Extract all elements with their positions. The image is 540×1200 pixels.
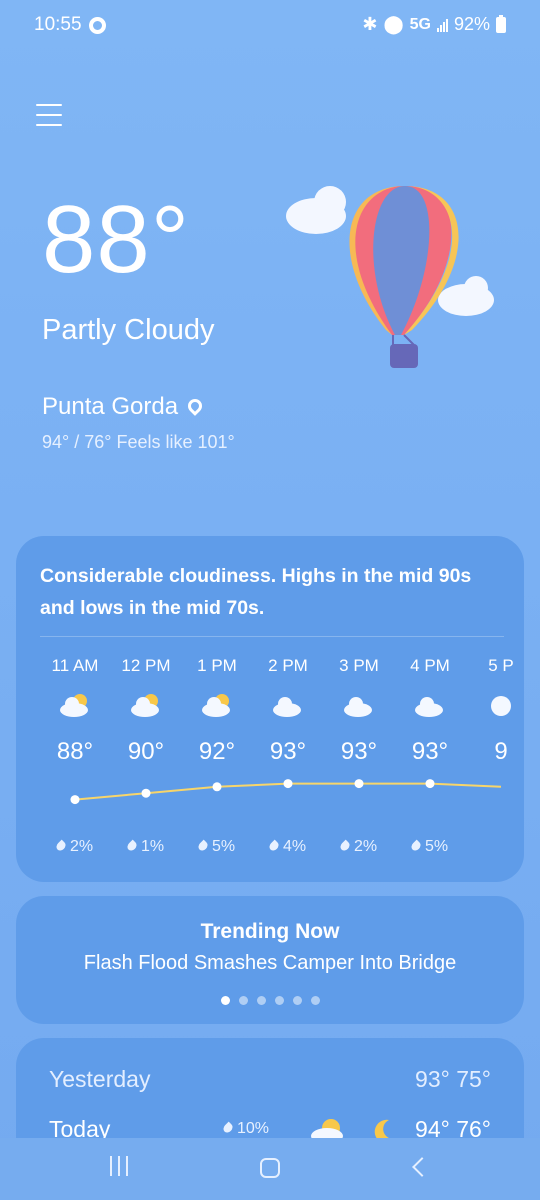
partly-sunny-icon	[202, 694, 230, 717]
moon-icon	[491, 696, 511, 716]
record-icon	[89, 17, 106, 34]
carousel-dot[interactable]	[238, 996, 248, 1005]
hour-precip: 2%	[35, 838, 115, 856]
carousel-dot[interactable]	[292, 996, 302, 1005]
menu-icon[interactable]	[36, 104, 62, 128]
droplet-icon	[338, 839, 352, 853]
current-condition: Partly Cloudy	[42, 314, 215, 346]
droplet-icon	[125, 839, 139, 853]
forecast-card[interactable]: Considerable cloudiness. Highs in the mi…	[16, 536, 524, 882]
hour-precip-value: 2%	[353, 838, 378, 855]
hour-time: 1 PM	[197, 656, 237, 675]
temperature-point	[354, 779, 364, 789]
divider	[40, 636, 504, 637]
hour-precip: 4%	[248, 838, 328, 856]
network-label: 5G	[409, 15, 431, 33]
location-label: Punta Gorda	[42, 393, 179, 420]
hour-column[interactable]: 11 AM 88° 2%	[35, 656, 115, 855]
hour-precip: 1%	[106, 838, 186, 856]
droplet-icon	[196, 839, 210, 853]
partly-sunny-icon	[131, 694, 159, 717]
hour-temp: 90°	[127, 738, 165, 765]
yesterday-range: 93° 75°	[415, 1066, 491, 1092]
temperature-point	[70, 795, 80, 805]
today-precip: 10%	[221, 1120, 270, 1138]
hour-time: 11 AM	[51, 656, 99, 675]
status-bar: 10:55 ✱ ⬤ 5G 92%	[0, 0, 540, 54]
hour-precip-value: 1%	[140, 838, 165, 855]
carousel-dot[interactable]	[310, 996, 320, 1005]
hour-precip-value: 2%	[69, 838, 94, 855]
today-precip-value: 10%	[237, 1120, 270, 1137]
trending-card[interactable]: Trending Now Flash Flood Smashes Camper …	[16, 896, 524, 1024]
cloud-icon	[273, 697, 301, 717]
hi-lo-feels: 94° / 76° Feels like 101°	[42, 432, 235, 452]
hour-temp: 88°	[56, 738, 94, 765]
carousel-dot[interactable]	[256, 996, 266, 1005]
partly-sunny-icon	[60, 694, 88, 717]
cloud-icon	[344, 697, 372, 717]
hour-time: 2 PM	[268, 656, 308, 675]
location[interactable]: Punta Gorda	[42, 393, 205, 421]
hourly-forecast[interactable]: 11 AM 88° 2% 12 PM 90° 1% 1 PM 92° 5% 2 PM 93° 4% 3 …	[16, 656, 524, 876]
status-time: 10:55	[34, 14, 82, 35]
yesterday-label: Yesterday	[49, 1066, 151, 1092]
current-temperature: 88°	[42, 186, 191, 293]
hour-temp: 93°	[411, 738, 449, 765]
hour-time: 3 PM	[339, 656, 379, 675]
droplet-icon	[267, 839, 281, 853]
hot-air-balloon-icon	[286, 186, 494, 368]
hour-column[interactable]: 2 PM 93° 4%	[248, 656, 328, 855]
droplet-icon	[409, 839, 423, 853]
droplet-icon	[221, 1121, 235, 1135]
trending-heading: Trending Now	[200, 920, 340, 943]
cloud-icon	[415, 697, 443, 717]
hour-temp: 9	[494, 738, 508, 765]
navigation-bar	[0, 1138, 540, 1200]
bluetooth-icon: ✱	[362, 14, 378, 34]
hour-temp: 93°	[340, 738, 378, 765]
hour-precip: 5%	[177, 838, 257, 856]
hour-column[interactable]: 5 P 9	[461, 656, 524, 765]
hour-precip: 5%	[390, 838, 470, 856]
hour-temp: 92°	[198, 738, 236, 765]
hour-time: 5 P	[488, 656, 514, 675]
battery-label: 92%	[453, 14, 490, 34]
battery-icon	[496, 14, 506, 33]
hour-column[interactable]: 12 PM 90° 1%	[106, 656, 186, 855]
hour-time: 12 PM	[121, 656, 171, 675]
droplet-icon	[54, 839, 68, 853]
hour-column[interactable]: 4 PM 93° 5%	[390, 656, 470, 855]
hour-time: 4 PM	[410, 656, 450, 675]
forecast-summary: Considerable cloudiness. Highs in the mi…	[40, 565, 472, 619]
hour-precip: 2%	[319, 838, 399, 856]
hour-precip-value: 5%	[424, 838, 449, 855]
trending-headline[interactable]: Flash Flood Smashes Camper Into Bridge	[16, 952, 524, 975]
hour-temp: 93°	[269, 738, 307, 765]
hour-column[interactable]: 1 PM 92° 5%	[177, 656, 257, 855]
temperature-point	[425, 779, 435, 789]
temperature-point	[212, 782, 222, 792]
hour-precip-value: 4%	[282, 838, 307, 855]
carousel-dot[interactable]	[274, 996, 284, 1005]
temperature-point	[141, 788, 151, 798]
location-pin-icon	[185, 396, 205, 416]
temperature-point	[283, 779, 293, 789]
carousel-dots	[16, 996, 524, 1005]
hour-column[interactable]: 3 PM 93° 2%	[319, 656, 399, 855]
carousel-dot[interactable]	[220, 996, 230, 1005]
back-button[interactable]	[412, 1157, 432, 1177]
recent-apps-button[interactable]	[110, 1156, 128, 1176]
location-icon: ⬤	[383, 14, 404, 34]
home-button[interactable]	[260, 1158, 280, 1178]
status-icons: ✱ ⬤ 5G 92%	[362, 14, 506, 35]
signal-icon	[436, 18, 448, 32]
hour-precip-value: 5%	[211, 838, 236, 855]
